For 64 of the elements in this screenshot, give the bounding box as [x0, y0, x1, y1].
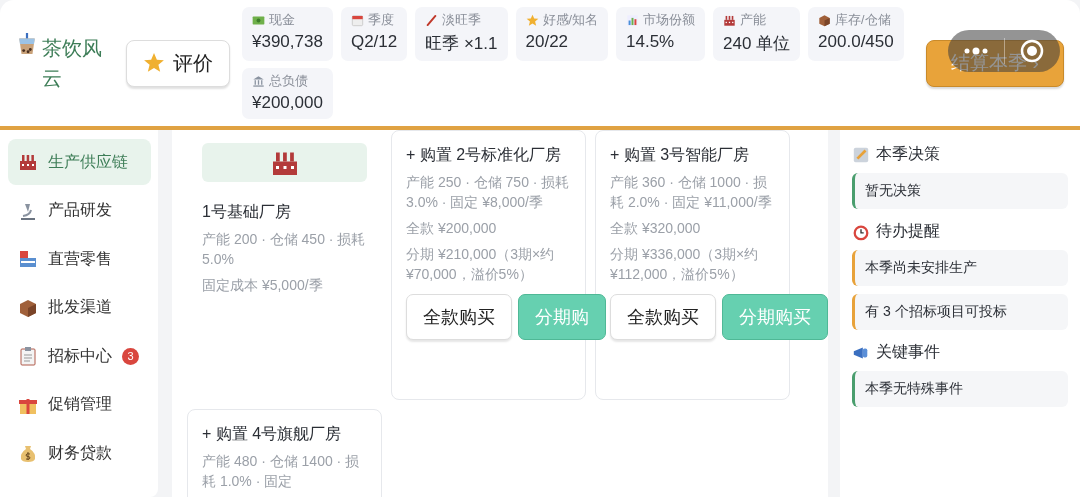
- notice-item: 本季无特殊事件: [852, 371, 1068, 407]
- stat-value: 20/22: [525, 32, 570, 52]
- stat-label: 库存/仓储: [835, 12, 891, 29]
- notice-item: 有 3 个招标项目可投标: [852, 294, 1068, 330]
- bubble-tea-icon: [16, 33, 38, 55]
- factory-icon: [723, 14, 736, 27]
- factory-specs: 产能 360 · 仓储 1000 · 损耗 2.0% · 固定 ¥11,000/季: [610, 173, 773, 212]
- factory-icon: [18, 152, 38, 172]
- stat-label: 季度: [367, 12, 394, 29]
- sidebar-item[interactable]: 产品研发: [8, 187, 151, 234]
- fixed-cost: 固定成本 ¥5,000/季: [202, 276, 324, 295]
- installment-price: 分期 ¥336,000（3期×约¥112,000，溢价5%）: [610, 245, 760, 284]
- full-price: 全款 ¥320,000: [610, 219, 702, 238]
- notice-item: 暂无决策: [852, 173, 1068, 209]
- stat-label: 淡旺季: [442, 12, 482, 29]
- installment-price: 分期 ¥210,000（3期×约¥70,000，溢价5%）: [406, 245, 556, 284]
- star-icon: [525, 14, 539, 27]
- factory-specs: 产能 200 · 仓储 450 · 损耗 5.0%: [202, 230, 367, 269]
- bar-chart-icon: [626, 14, 639, 27]
- stat-label: 市场份额: [643, 12, 695, 29]
- stat-value: 240 单位: [723, 33, 791, 55]
- stat-label: 现金: [269, 12, 295, 29]
- factory-title: + 购置 3号智能厂房: [610, 145, 751, 165]
- stat-value: 200.0/450: [818, 32, 894, 52]
- count-badge: 3: [122, 347, 139, 365]
- stat-value: 旺季 ×1.1: [425, 33, 498, 55]
- box-icon: [818, 14, 832, 27]
- more-icon[interactable]: [962, 47, 989, 55]
- app-title: 茶饮风云: [42, 36, 103, 91]
- sidebar-item[interactable]: 财务贷款: [8, 430, 151, 476]
- money-bag-icon: [18, 443, 38, 463]
- section-title: 本季决策: [876, 144, 940, 164]
- full-payment-button[interactable]: 全款购买: [610, 294, 716, 340]
- notice-item: 本季尚未安排生产: [852, 250, 1068, 286]
- calendar-icon: [350, 14, 364, 27]
- clipboard-icon: [18, 346, 38, 366]
- stat-value: Q2/12: [350, 32, 398, 52]
- factory-specs: 产能 250 · 仓储 750 · 损耗 3.0% · 固定 ¥8,000/季: [406, 173, 571, 212]
- sidebar-item[interactable]: 直营零售: [8, 236, 151, 282]
- star-icon: [143, 52, 165, 74]
- box-icon: [18, 297, 38, 318]
- factory-specs: 产能 480 · 仓储 1400 · 损耗 1.0% · 固定: [202, 452, 361, 491]
- sidebar-item[interactable]: 批发渠道: [8, 284, 151, 331]
- memo-icon: [852, 145, 870, 164]
- stat-value: ¥390,738: [252, 32, 323, 52]
- full-payment-button[interactable]: 全款购买: [406, 294, 512, 340]
- factory-title: + 购置 4号旗舰厂房: [202, 424, 343, 444]
- stat-value: ¥200,000: [252, 93, 323, 113]
- sidebar-item[interactable]: 生产供应链: [8, 139, 151, 185]
- store-icon: [18, 249, 38, 269]
- stat-label: 总负债: [269, 73, 308, 90]
- stat-value: 14.5%: [626, 32, 676, 52]
- sidebar-item[interactable]: 招标中心 3: [8, 333, 151, 379]
- bank-icon: [252, 75, 265, 88]
- rate-button[interactable]: 评价: [126, 39, 230, 87]
- section-title: 待办提醒: [876, 221, 940, 241]
- full-price: 全款 ¥200,000: [406, 219, 498, 238]
- stat-label: 好感/知名: [542, 12, 598, 29]
- stat-label: 产能: [740, 12, 766, 29]
- banknote-icon: [252, 14, 265, 27]
- sidebar-item[interactable]: 促销管理: [8, 381, 151, 428]
- section-title: 关键事件: [876, 342, 940, 362]
- factory-name: 1号基础厂房: [202, 202, 292, 222]
- factory-title: + 购置 2号标准化厂房: [406, 145, 563, 165]
